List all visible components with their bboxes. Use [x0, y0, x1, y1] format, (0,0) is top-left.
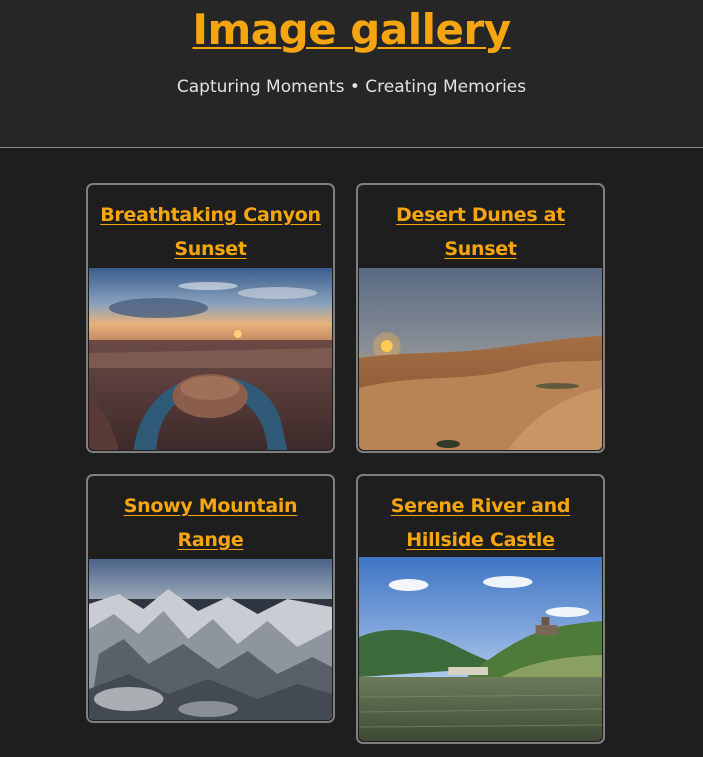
river-castle-image[interactable]	[359, 557, 602, 741]
snowy-mountains-image[interactable]	[89, 559, 332, 720]
page-title-link[interactable]: Image gallery	[0, 2, 703, 58]
gallery-card: Breathtaking Canyon Sunset	[86, 183, 335, 453]
gallery-card-title-link[interactable]: Desert Dunes at Sunset	[358, 185, 603, 267]
gallery-card: Serene River and Hillside Castle	[356, 474, 605, 744]
page-header: Image gallery Capturing Moments • Creati…	[0, 0, 703, 148]
gallery-card-title-link[interactable]: Serene River and Hillside Castle	[358, 476, 603, 558]
desert-dunes-image[interactable]	[359, 268, 602, 450]
gallery-card: Snowy Mountain Range	[86, 474, 335, 723]
gallery-card-title-link[interactable]: Snowy Mountain Range	[88, 476, 333, 560]
gallery-card: Desert Dunes at Sunset	[356, 183, 605, 453]
page-subtitle: Capturing Moments • Creating Memories	[176, 77, 527, 97]
canyon-sunset-image[interactable]	[89, 268, 332, 450]
gallery-card-title-link[interactable]: Breathtaking Canyon Sunset	[88, 185, 333, 267]
